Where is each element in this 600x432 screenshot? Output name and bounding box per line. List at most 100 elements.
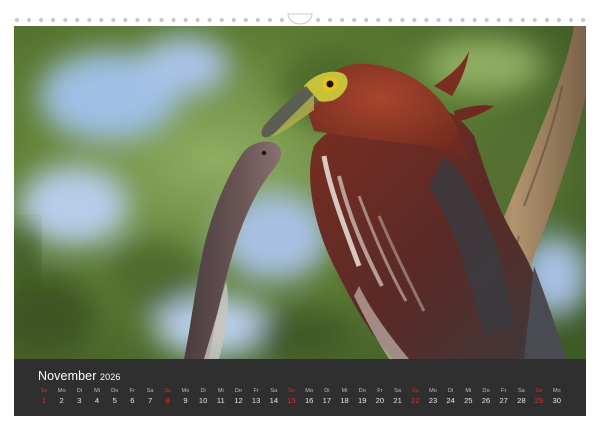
weekday-label: So: [164, 388, 172, 394]
weekday-label: Mo: [429, 388, 437, 394]
day-number: 22: [411, 396, 420, 405]
binding-hole: [412, 17, 417, 23]
weekday-label: Do: [111, 388, 119, 394]
binding-hole: [520, 17, 525, 23]
weekday-label: Mo: [552, 388, 561, 394]
day-number: 19: [358, 396, 367, 405]
binding-hole: [580, 17, 586, 23]
weekday-label: Di: [324, 388, 330, 394]
weekday-label: Di: [76, 388, 82, 394]
day-number: 17: [322, 396, 332, 405]
binding-hole: [556, 17, 562, 23]
day-cell: So 15: [283, 387, 301, 413]
day-cell: Sa 28: [512, 387, 530, 413]
weekday-label: Mo: [305, 388, 314, 394]
day-number: 25: [464, 396, 473, 405]
day-cell: Mo 30: [548, 387, 566, 413]
weekday-label: So: [535, 388, 543, 394]
day-number: 12: [234, 396, 243, 405]
binding-hole: [496, 17, 501, 23]
day-number: 9: [183, 396, 188, 405]
day-cell: Sa 21: [389, 387, 407, 413]
day-cell: Mo 23: [424, 387, 442, 413]
day-cell: Fr 27: [495, 387, 513, 413]
day-cell: Di 10: [194, 387, 212, 413]
binding-hole: [328, 17, 333, 23]
binding-hole: [135, 17, 140, 23]
day-number: 16: [304, 396, 314, 405]
weekday-label: Mi: [217, 388, 224, 394]
day-cell: Di 17: [318, 387, 336, 413]
binding-hole: [568, 17, 574, 23]
day-cell: Di 3: [70, 387, 88, 413]
calendar-strip: November 2026 So 1 Mo 2 Di 3 Mi 4 Do 5 Fr 6 Sa 7 So 8 Mo…: [14, 359, 586, 416]
day-cell: Do 5: [106, 387, 124, 413]
day-number: 13: [251, 396, 261, 405]
weekday-label: Sa: [517, 388, 525, 394]
day-cell: Sa 14: [265, 387, 283, 413]
binding-hole: [26, 17, 32, 23]
day-number: 29: [534, 396, 544, 405]
day-number: 4: [94, 396, 100, 405]
day-number: 24: [446, 396, 455, 405]
weekday-label: Do: [234, 388, 243, 394]
weekday-label: So: [288, 388, 295, 394]
weekday-label: Mo: [57, 388, 66, 394]
binding-hole: [508, 17, 513, 23]
weekday-label: Sa: [270, 388, 278, 394]
binding-hole: [39, 17, 44, 23]
binding-hole: [364, 17, 369, 23]
binding-hole: [231, 17, 236, 23]
weekday-label: Mi: [94, 388, 100, 394]
binding-hole: [147, 17, 152, 23]
day-number: 21: [393, 396, 402, 405]
binding-hole: [484, 17, 489, 23]
weekday-label: Do: [358, 388, 366, 394]
day-number: 5: [112, 396, 117, 405]
day-cell: Mo 2: [53, 387, 71, 413]
binding-hole: [183, 17, 188, 23]
weekday-label: So: [40, 388, 48, 394]
binding-hole: [123, 17, 128, 23]
binding-hole: [460, 17, 465, 23]
binding-hole: [159, 17, 164, 23]
day-cell: Mo 16: [300, 387, 318, 413]
binding-hole: [340, 17, 345, 23]
binding-hole: [14, 17, 20, 23]
day-cell: Do 26: [477, 387, 495, 413]
day-number: 6: [130, 396, 135, 405]
day-number: 23: [428, 396, 438, 405]
weekday-label: Do: [482, 388, 490, 394]
day-grid: So 1 Mo 2 Di 3 Mi 4 Do 5 Fr 6 Sa 7 So 8 Mo 9 Di 10 Mi 11 Do 12 F…: [35, 387, 575, 413]
day-cell: Mi 4: [88, 387, 106, 413]
binding-hole: [63, 17, 68, 23]
day-number: 26: [481, 396, 491, 405]
binding-hole: [388, 17, 393, 23]
day-cell: Mi 25: [459, 387, 477, 413]
binding-hole: [207, 17, 212, 23]
day-number: 27: [499, 396, 508, 405]
weekday-label: So: [411, 388, 419, 394]
day-cell: Sa 7: [141, 387, 159, 413]
weekday-label: Di: [200, 388, 206, 394]
day-number: 2: [59, 396, 64, 405]
day-number: 30: [552, 396, 561, 405]
day-cell: Mi 11: [212, 387, 230, 413]
day-cell: Mi 18: [336, 387, 354, 413]
binding-hole: [424, 17, 429, 23]
day-number: 8: [165, 396, 170, 405]
day-number: 3: [77, 396, 82, 405]
day-number: 7: [147, 396, 153, 405]
day-number: 18: [340, 396, 349, 405]
binding-hole: [111, 17, 116, 23]
weekday-label: Fr: [377, 388, 383, 394]
binding-hole: [75, 17, 80, 23]
binding-hole: [219, 17, 224, 23]
weekday-label: Fr: [501, 388, 507, 394]
binding-hole: [255, 17, 260, 23]
binding-hole: [316, 17, 321, 23]
binding-hole: [51, 17, 56, 23]
binding-hole: [171, 17, 176, 23]
weekday-label: Di: [447, 388, 454, 394]
day-cell: Mo 9: [176, 387, 194, 413]
